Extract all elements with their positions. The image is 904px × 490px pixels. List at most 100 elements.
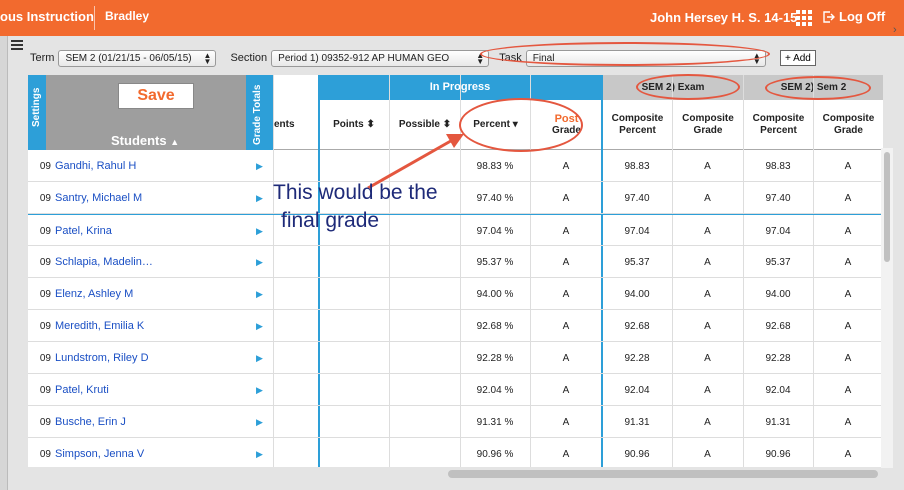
save-button[interactable]: Save [118, 83, 194, 109]
expand-arrow-icon[interactable]: ▶ [246, 342, 273, 374]
row-percent[interactable]: 92.68 % [460, 310, 530, 342]
grade-totals-toggle[interactable]: Grade Totals [246, 75, 273, 150]
student-name-link[interactable]: Lundstrom, Riley D [55, 342, 245, 374]
row-exam-grade[interactable]: A [672, 215, 743, 247]
vertical-scrollbar[interactable] [881, 148, 893, 468]
row-exam-percent[interactable]: 92.04 [602, 374, 672, 406]
student-name-link[interactable]: Patel, Kruti [55, 374, 245, 406]
table-row[interactable]: 09 Patel, Kruti ▶ 92.04 % A 92.04 A 92.04 A [28, 374, 883, 406]
student-name-link[interactable]: Schlapia, Madelin… [55, 246, 245, 278]
row-sem-grade[interactable]: A [813, 374, 883, 406]
table-row[interactable]: 09 Busche, Erin J ▶ 91.31 % A 91.31 A 91.31 A [28, 406, 883, 438]
chevron-right-icon[interactable]: › [893, 24, 897, 36]
row-percent[interactable]: 92.04 % [460, 374, 530, 406]
row-sem-percent[interactable]: 92.68 [743, 310, 813, 342]
menu-icon[interactable] [11, 40, 23, 50]
row-exam-percent[interactable]: 97.40 [602, 182, 672, 214]
row-sem-grade[interactable]: A [813, 342, 883, 374]
row-post-grade[interactable]: A [530, 150, 602, 182]
student-name-link[interactable]: Elenz, Ashley M [55, 278, 245, 310]
expand-arrow-icon[interactable]: ▶ [246, 246, 273, 278]
expand-arrow-icon[interactable]: ▶ [246, 438, 273, 467]
row-exam-percent[interactable]: 94.00 [602, 278, 672, 310]
term-select[interactable]: SEM 2 (01/21/15 - 06/05/15) ▲ ▼ [58, 49, 217, 67]
expand-arrow-icon[interactable]: ▶ [246, 374, 273, 406]
row-post-grade[interactable]: A [530, 278, 602, 310]
row-exam-grade[interactable]: A [672, 182, 743, 214]
row-sem-grade[interactable]: A [813, 150, 883, 182]
row-sem-percent[interactable]: 92.04 [743, 374, 813, 406]
row-sem-grade[interactable]: A [813, 246, 883, 278]
expand-arrow-icon[interactable]: ▶ [246, 310, 273, 342]
row-sem-percent[interactable]: 90.96 [743, 438, 813, 467]
student-name-link[interactable]: Gandhi, Rahul H [55, 150, 245, 182]
row-percent[interactable]: 97.40 % [460, 182, 530, 214]
app-grid-icon[interactable] [796, 10, 812, 26]
student-name-link[interactable]: Santry, Michael M [55, 182, 245, 214]
row-post-grade[interactable]: A [530, 246, 602, 278]
expand-arrow-icon[interactable]: ▶ [246, 278, 273, 310]
table-row[interactable]: 09 Schlapia, Madelin… ▶ 95.37 % A 95.37 A 95.37… [28, 246, 883, 278]
row-post-grade[interactable]: A [530, 310, 602, 342]
table-row[interactable]: 09 Patel, Krina ▶ 97.04 % A 97.04 A 97.04 A [28, 214, 883, 246]
row-sem-percent[interactable]: 91.31 [743, 406, 813, 438]
student-name-link[interactable]: Simpson, Jenna V [55, 438, 245, 467]
row-post-grade[interactable]: A [530, 406, 602, 438]
row-exam-grade[interactable]: A [672, 406, 743, 438]
row-sem-grade[interactable]: A [813, 438, 883, 467]
row-exam-grade[interactable]: A [672, 342, 743, 374]
row-exam-percent[interactable]: 97.04 [602, 215, 672, 247]
row-sem-grade[interactable]: A [813, 215, 883, 247]
student-name-link[interactable]: Meredith, Emilia K [55, 310, 245, 342]
row-percent[interactable]: 92.28 % [460, 342, 530, 374]
row-sem-percent[interactable]: 97.40 [743, 182, 813, 214]
row-percent[interactable]: 98.83 % [460, 150, 530, 182]
row-exam-percent[interactable]: 92.28 [602, 342, 672, 374]
row-sem-grade[interactable]: A [813, 406, 883, 438]
row-post-grade[interactable]: A [530, 438, 602, 467]
row-post-grade[interactable]: A [530, 374, 602, 406]
row-exam-grade[interactable]: A [672, 374, 743, 406]
scroll-thumb[interactable] [884, 152, 890, 262]
row-post-grade[interactable]: A [530, 215, 602, 247]
app-title[interactable]: ous Instruction [0, 9, 94, 24]
col-header-sem-grade[interactable]: Composite Grade [813, 100, 883, 150]
row-exam-grade[interactable]: A [672, 310, 743, 342]
row-percent[interactable]: 91.31 % [460, 406, 530, 438]
expand-arrow-icon[interactable]: ▶ [246, 182, 273, 214]
row-percent[interactable]: 90.96 % [460, 438, 530, 467]
horizontal-scrollbar[interactable] [448, 470, 878, 478]
row-sem-percent[interactable]: 92.28 [743, 342, 813, 374]
expand-arrow-icon[interactable]: ▶ [246, 406, 273, 438]
settings-toggle[interactable]: Settings [28, 75, 46, 150]
expand-arrow-icon[interactable]: ▶ [246, 150, 273, 182]
row-sem-grade[interactable]: A [813, 182, 883, 214]
left-panel-edge[interactable] [0, 36, 8, 490]
students-sort-header[interactable]: Students ▲ [111, 133, 179, 148]
table-row[interactable]: 09 Simpson, Jenna V ▶ 90.96 % A 90.96 A 90.96 A [28, 438, 883, 467]
row-exam-percent[interactable]: 91.31 [602, 406, 672, 438]
row-exam-percent[interactable]: 92.68 [602, 310, 672, 342]
row-exam-percent[interactable]: 95.37 [602, 246, 672, 278]
row-exam-grade[interactable]: A [672, 150, 743, 182]
table-row[interactable]: 09 Lundstrom, Riley D ▶ 92.28 % A 92.28 A 92.28… [28, 342, 883, 374]
col-header-exam-percent[interactable]: Composite Percent [602, 100, 672, 150]
col-header-exam-grade[interactable]: Composite Grade [672, 100, 743, 150]
row-sem-percent[interactable]: 98.83 [743, 150, 813, 182]
row-exam-percent[interactable]: 90.96 [602, 438, 672, 467]
row-percent[interactable]: 95.37 % [460, 246, 530, 278]
col-header-sem-percent[interactable]: Composite Percent [743, 100, 813, 150]
row-sem-grade[interactable]: A [813, 310, 883, 342]
row-exam-percent[interactable]: 98.83 [602, 150, 672, 182]
user-name[interactable]: Bradley [105, 9, 149, 23]
expand-arrow-icon[interactable]: ▶ [246, 215, 273, 247]
student-name-link[interactable]: Busche, Erin J [55, 406, 245, 438]
table-row[interactable]: 09 Elenz, Ashley M ▶ 94.00 % A 94.00 A 94.00 A [28, 278, 883, 310]
row-sem-grade[interactable]: A [813, 278, 883, 310]
row-sem-percent[interactable]: 97.04 [743, 215, 813, 247]
add-button[interactable]: + Add [780, 50, 816, 66]
row-sem-percent[interactable]: 95.37 [743, 246, 813, 278]
row-post-grade[interactable]: A [530, 182, 602, 214]
table-row[interactable]: 09 Meredith, Emilia K ▶ 92.68 % A 92.68 A 92.68… [28, 310, 883, 342]
row-percent[interactable]: 94.00 % [460, 278, 530, 310]
